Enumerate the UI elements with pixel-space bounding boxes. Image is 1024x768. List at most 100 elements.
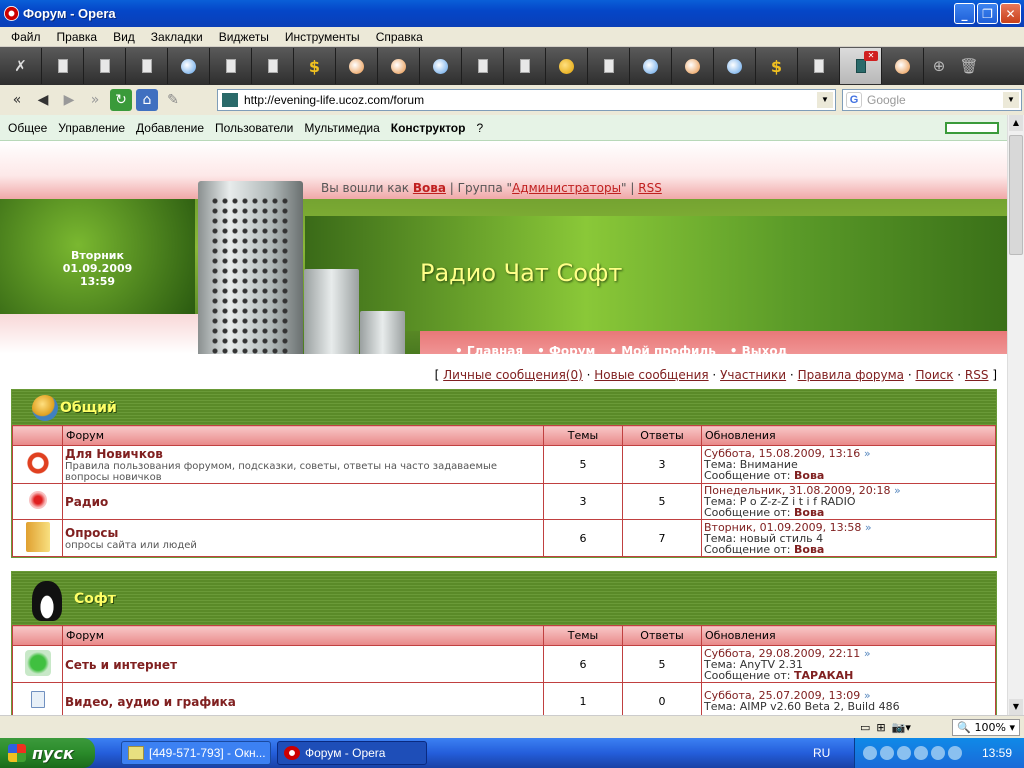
update-topic[interactable]: AIMP v2.60 Beta 2, Build 486 [740, 700, 900, 713]
ucoz-multimedia[interactable]: Мультимедиа [304, 121, 379, 135]
search-field[interactable]: G Google ▼ [842, 89, 1022, 111]
language-indicator[interactable]: RU [813, 746, 830, 760]
tab[interactable] [546, 48, 588, 84]
tab[interactable] [630, 48, 672, 84]
members-link[interactable]: Участники [720, 368, 786, 382]
update-author[interactable]: Вова [794, 543, 824, 556]
search-link[interactable]: Поиск [915, 368, 953, 382]
panel-toggle-icon[interactable]: ▭ [860, 721, 870, 734]
reload-button[interactable]: ↻ [110, 89, 132, 111]
network-icon[interactable] [880, 746, 894, 760]
menu-view[interactable]: Вид [105, 30, 143, 44]
category-title[interactable]: Общий [60, 400, 117, 416]
user-link[interactable]: Вова [413, 181, 446, 195]
new-tab-button[interactable]: ⊕ [924, 48, 954, 84]
volume-icon[interactable] [897, 746, 911, 760]
pm-link[interactable]: Личные сообщения(0) [443, 368, 583, 382]
forum-link[interactable]: Видео, аудио и графика [65, 695, 543, 709]
minimize-button[interactable]: _ [954, 3, 975, 24]
tab[interactable] [42, 48, 84, 84]
category-title[interactable]: Софт [74, 591, 116, 607]
tab[interactable] [336, 48, 378, 84]
ucoz-general[interactable]: Общее [8, 121, 47, 135]
tab[interactable]: $ [756, 48, 798, 84]
update-author[interactable]: Вова [794, 506, 824, 519]
camera-icon[interactable]: 📷▾ [892, 721, 911, 734]
ucoz-help[interactable]: ? [476, 121, 483, 135]
forum-link[interactable]: Сеть и интернет [65, 658, 543, 672]
update-icon[interactable] [948, 746, 962, 760]
menu-tools[interactable]: Инструменты [277, 30, 368, 44]
tab[interactable] [798, 48, 840, 84]
update-author[interactable]: ТАРАКАН [794, 669, 853, 682]
nav-logout[interactable]: Выход [730, 344, 788, 354]
forum-link[interactable]: Радио [65, 495, 543, 509]
trash-button[interactable]: 🗑 [954, 48, 984, 84]
rss-link[interactable]: RSS [638, 181, 662, 195]
close-button[interactable]: ✕ [1000, 3, 1021, 24]
tab[interactable] [462, 48, 504, 84]
forum-link[interactable]: Опросы [65, 526, 543, 540]
forum-link[interactable]: Для Новичков [65, 447, 543, 461]
tab[interactable] [504, 48, 546, 84]
goto-icon[interactable]: » [894, 484, 901, 497]
scroll-thumb[interactable] [1009, 135, 1023, 255]
nav-home[interactable]: Главная [455, 344, 523, 354]
maximize-button[interactable]: ❐ [977, 3, 998, 24]
menu-edit[interactable]: Правка [49, 30, 106, 44]
goto-icon[interactable]: » [864, 647, 871, 660]
tab[interactable] [714, 48, 756, 84]
tab-tools[interactable]: ✗ [0, 48, 42, 84]
ucoz-users[interactable]: Пользователи [215, 121, 293, 135]
ucoz-add[interactable]: Добавление [136, 121, 204, 135]
tab[interactable] [588, 48, 630, 84]
new-messages-link[interactable]: Новые сообщения [594, 368, 708, 382]
tab[interactable] [378, 48, 420, 84]
scroll-down-icon[interactable]: ▼ [1009, 699, 1023, 715]
tray-arrow-icon[interactable] [863, 746, 877, 760]
rss-link[interactable]: RSS [965, 368, 989, 382]
edit-button[interactable]: ✎ [160, 89, 186, 111]
zoom-control[interactable]: 🔍 100% ▾ [952, 719, 1020, 736]
tab[interactable] [672, 48, 714, 84]
tab[interactable] [210, 48, 252, 84]
chevron-down-icon[interactable]: ▼ [1003, 92, 1019, 108]
home-button[interactable]: ⌂ [136, 89, 158, 111]
tab[interactable] [126, 48, 168, 84]
rewind-button[interactable]: « [4, 89, 30, 111]
tab[interactable] [420, 48, 462, 84]
group-link[interactable]: Администраторы [512, 181, 621, 195]
menu-widgets[interactable]: Виджеты [211, 30, 277, 44]
nav-forum[interactable]: Форум [537, 344, 595, 354]
view-icon[interactable]: ⊞ [876, 721, 885, 734]
vertical-scrollbar[interactable]: ▲ ▼ [1007, 115, 1024, 715]
tab-active[interactable]: ✕ [840, 48, 882, 84]
menu-bookmarks[interactable]: Закладки [143, 30, 211, 44]
menu-file[interactable]: Файл [3, 30, 49, 44]
address-field[interactable]: http://evening-life.ucoz.com/forum ▼ [217, 89, 836, 111]
back-button[interactable]: ◀ [30, 89, 56, 111]
scroll-up-icon[interactable]: ▲ [1009, 115, 1023, 131]
goto-icon[interactable]: » [865, 521, 872, 534]
menu-help[interactable]: Справка [368, 30, 431, 44]
ucoz-manage[interactable]: Управление [58, 121, 125, 135]
ucoz-constructor[interactable]: Конструктор [391, 121, 466, 135]
ucoz-toggle-slider[interactable] [945, 122, 999, 134]
update-author[interactable]: Вова [794, 469, 824, 482]
goto-icon[interactable]: » [864, 447, 871, 460]
forward-button[interactable]: ▶ [56, 89, 82, 111]
chevron-down-icon[interactable]: ▼ [817, 92, 833, 108]
close-tab-icon[interactable]: ✕ [864, 51, 878, 61]
taskbar-item-messenger[interactable]: [449-571-793] - Окн... [121, 741, 271, 765]
tab[interactable] [168, 48, 210, 84]
tab[interactable] [882, 48, 924, 84]
tab[interactable]: $ [294, 48, 336, 84]
taskbar-item-opera[interactable]: Форум - Opera [277, 741, 427, 765]
start-button[interactable]: пуск [0, 738, 95, 768]
messenger-icon[interactable] [931, 746, 945, 760]
tab[interactable] [84, 48, 126, 84]
tab[interactable] [252, 48, 294, 84]
nav-profile[interactable]: Мой профиль [609, 344, 716, 354]
fast-forward-button[interactable]: » [82, 89, 108, 111]
rules-link[interactable]: Правила форума [798, 368, 904, 382]
